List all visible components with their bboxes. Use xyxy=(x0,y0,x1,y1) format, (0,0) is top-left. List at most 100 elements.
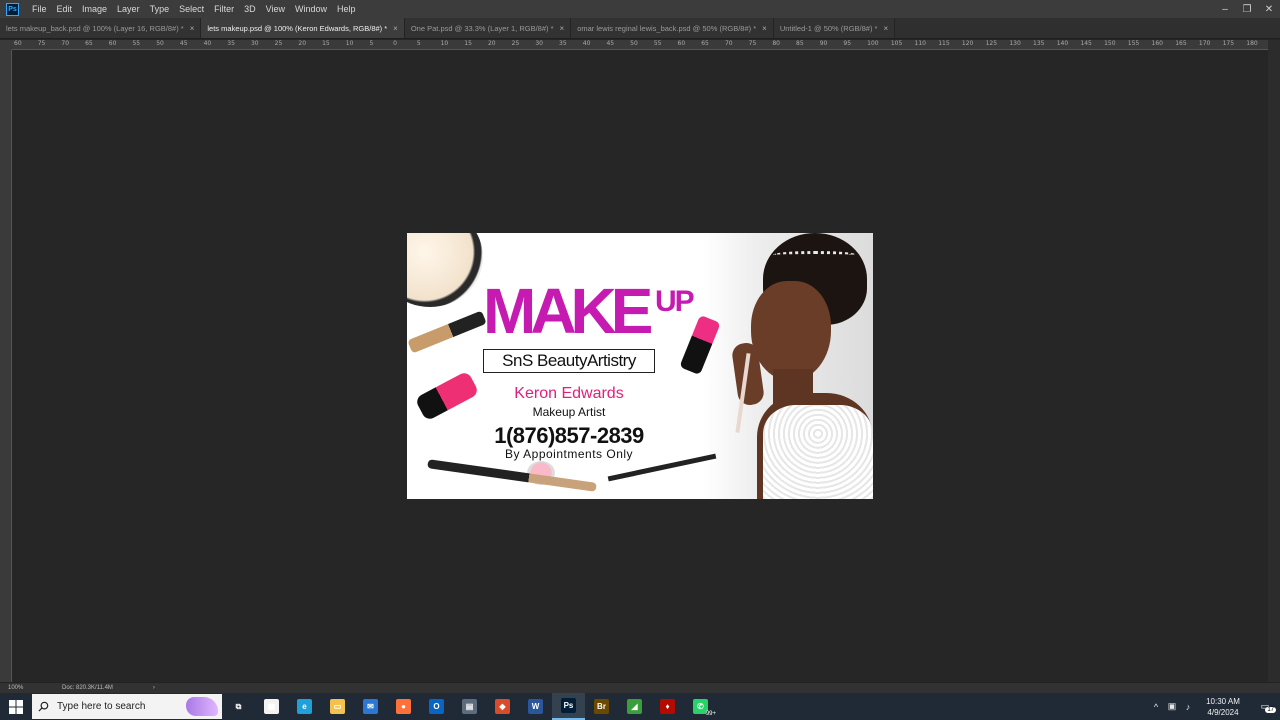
tab-close-icon[interactable]: × xyxy=(190,24,195,33)
clock-time: 10:30 AM xyxy=(1206,696,1240,706)
tab-omar-lewis[interactable]: omar lewis reginal lewis_back.psd @ 50% … xyxy=(571,18,774,38)
menu-help[interactable]: Help xyxy=(332,4,361,14)
menu-layer[interactable]: Layer xyxy=(112,4,145,14)
taskbar-app-word[interactable]: W xyxy=(519,693,552,720)
menu-window[interactable]: Window xyxy=(290,4,332,14)
ruler-tick-label: 115 xyxy=(938,40,950,47)
status-bar: 100% Doc: 820.3K/11.4M › xyxy=(0,682,1280,693)
tray-chevron-icon[interactable]: ^ xyxy=(1148,702,1164,712)
vertical-scrollbar[interactable] xyxy=(1268,40,1280,682)
ruler-tick-label: 45 xyxy=(606,40,615,47)
notification-count-badge: 17 xyxy=(1265,707,1276,713)
ruler-tick-label: 55 xyxy=(132,40,141,47)
menu-type[interactable]: Type xyxy=(145,4,175,14)
ruler-tick-label: 50 xyxy=(156,40,164,47)
ruler-corner[interactable] xyxy=(0,40,12,50)
document-tab-bar: lets makeup_back.psd @ 100% (Layer 16, R… xyxy=(0,18,1280,39)
taskbar-app-app-green[interactable]: ◢ xyxy=(618,693,651,720)
taskbar-app-bridge[interactable]: Br xyxy=(585,693,618,720)
tab-close-icon[interactable]: × xyxy=(762,24,767,33)
restore-button[interactable]: ❐ xyxy=(1236,0,1258,18)
horizontal-ruler[interactable]: 60 75 70 65 60 55 50 45 40 35 30 25 20 15 10 5 0 5 10 15 20 2… xyxy=(12,40,1268,50)
taskbar-app-photoshop[interactable]: Ps xyxy=(552,693,585,720)
menu-image[interactable]: Image xyxy=(77,4,112,14)
system-tray: ^ ▣ ♪ 10:30 AM 4/9/2024 ▭ 17 xyxy=(1148,693,1280,720)
app-red-icon: ◆ xyxy=(495,699,510,714)
clock-date: 4/9/2024 xyxy=(1207,707,1239,717)
document-size: Doc: 820.3K/11.4M xyxy=(62,685,113,691)
tab-close-icon[interactable]: × xyxy=(560,24,565,33)
ruler-tick-label: 5 xyxy=(416,40,421,47)
tab-close-icon[interactable]: × xyxy=(883,24,888,33)
ruler-tick-label: 10 xyxy=(440,40,449,47)
word-icon: W xyxy=(528,699,543,714)
search-highlight-unicorn-icon xyxy=(186,697,218,716)
tab-label: Untitled-1 @ 50% (RGB/8#) * xyxy=(779,23,878,33)
notification-center-button[interactable]: ▭ 17 xyxy=(1250,701,1280,713)
taskbar-app-mail[interactable]: ✉ xyxy=(354,693,387,720)
card-phone: 1(876)857-2839 xyxy=(494,423,644,448)
tab-untitled-1[interactable]: Untitled-1 @ 50% (RGB/8#) * × xyxy=(773,18,896,38)
taskbar-clock[interactable]: 10:30 AM 4/9/2024 xyxy=(1196,696,1250,718)
menu-edit[interactable]: Edit xyxy=(52,4,78,14)
volume-icon[interactable]: ♪ xyxy=(1180,702,1196,712)
network-icon[interactable]: ▣ xyxy=(1164,701,1180,712)
ruler-tick-label: 25 xyxy=(274,40,283,47)
ruler-tick-label: 65 xyxy=(85,40,93,47)
ruler-tick-label: 180 xyxy=(1246,40,1258,47)
ruler-tick-label: 5 xyxy=(369,40,374,47)
menu-select[interactable]: Select xyxy=(174,4,209,14)
menu-file[interactable]: File xyxy=(27,4,52,14)
taskbar-app-task-view[interactable]: ⧉ xyxy=(222,693,255,720)
mail-icon: ✉ xyxy=(363,699,378,714)
card-title-up: UP xyxy=(655,285,695,318)
vertical-ruler[interactable] xyxy=(0,50,12,682)
close-window-button[interactable]: ✕ xyxy=(1258,0,1280,18)
tab-one-pat[interactable]: One Pat.psd @ 33.3% (Layer 1, RGB/8#) * … xyxy=(404,18,572,38)
ruler-tick-label: 20 xyxy=(298,40,307,47)
tab-close-icon[interactable]: × xyxy=(393,24,398,33)
menu-view[interactable]: View xyxy=(261,4,290,14)
app-green-icon: ◢ xyxy=(627,699,642,714)
ruler-tick-label: 45 xyxy=(179,40,188,47)
taskbar-app-calculator[interactable]: ▤ xyxy=(453,693,486,720)
taskbar-search[interactable]: Type here to search xyxy=(32,694,222,719)
ruler-tick-label: 15 xyxy=(322,40,330,47)
taskbar-app-app-red[interactable]: ◆ xyxy=(486,693,519,720)
ruler-tick-label: 120 xyxy=(961,40,974,47)
ruler-tick-label: 35 xyxy=(559,40,567,47)
start-button[interactable] xyxy=(0,693,32,720)
ruler-tick-label: 35 xyxy=(227,40,235,47)
ruler-tick-label: 110 xyxy=(914,40,926,47)
taskbar-app-whatsapp[interactable]: ✆ 99+ xyxy=(684,693,717,720)
taskbar-app-firefox[interactable]: ● xyxy=(387,693,420,720)
ruler-tick-label: 145 xyxy=(1080,40,1092,47)
makeup-brush-image xyxy=(407,310,487,354)
card-title-make: MAKE xyxy=(483,275,653,347)
taskbar-app-outlook[interactable]: O xyxy=(420,693,453,720)
ruler-tick-label: 40 xyxy=(582,40,591,47)
taskbar-app-edge[interactable]: e xyxy=(288,693,321,720)
taskbar-app-acrobat[interactable]: ♦ xyxy=(651,693,684,720)
taskbar-app-file-explorer[interactable]: ▭ xyxy=(321,693,354,720)
tab-lets-makeup[interactable]: lets makeup.psd @ 100% (Keron Edwards, R… xyxy=(201,18,405,38)
document-canvas[interactable]: MAKE UP SnS BeautyArtistry Keron Edwards… xyxy=(407,233,873,499)
ruler-tick-label: 160 xyxy=(1151,40,1163,47)
minimize-button[interactable]: – xyxy=(1214,0,1236,18)
task-view-icon: ⧉ xyxy=(231,699,246,714)
taskbar-app-microsoft-store[interactable]: ▦ xyxy=(255,693,288,720)
ruler-tick-label: 15 xyxy=(464,40,472,47)
ruler-tick-label: 170 xyxy=(1198,40,1211,47)
card-appointments: By Appointments Only xyxy=(504,447,634,461)
menu-filter[interactable]: Filter xyxy=(209,4,239,14)
photoshop-icon: Ps xyxy=(561,698,576,713)
status-menu-arrow-icon[interactable]: › xyxy=(153,685,155,691)
firefox-icon: ● xyxy=(396,699,411,714)
ruler-tick-label: 0 xyxy=(393,40,397,47)
menu-3d[interactable]: 3D xyxy=(239,4,261,14)
ruler-tick-label: 55 xyxy=(653,40,662,47)
menu-bar: Ps File Edit Image Layer Type Select Fil… xyxy=(0,0,1280,18)
tab-lets-makeup-back[interactable]: lets makeup_back.psd @ 100% (Layer 16, R… xyxy=(0,18,202,38)
zoom-level[interactable]: 100% xyxy=(0,685,28,691)
card-name: Keron Edwards xyxy=(514,385,624,402)
